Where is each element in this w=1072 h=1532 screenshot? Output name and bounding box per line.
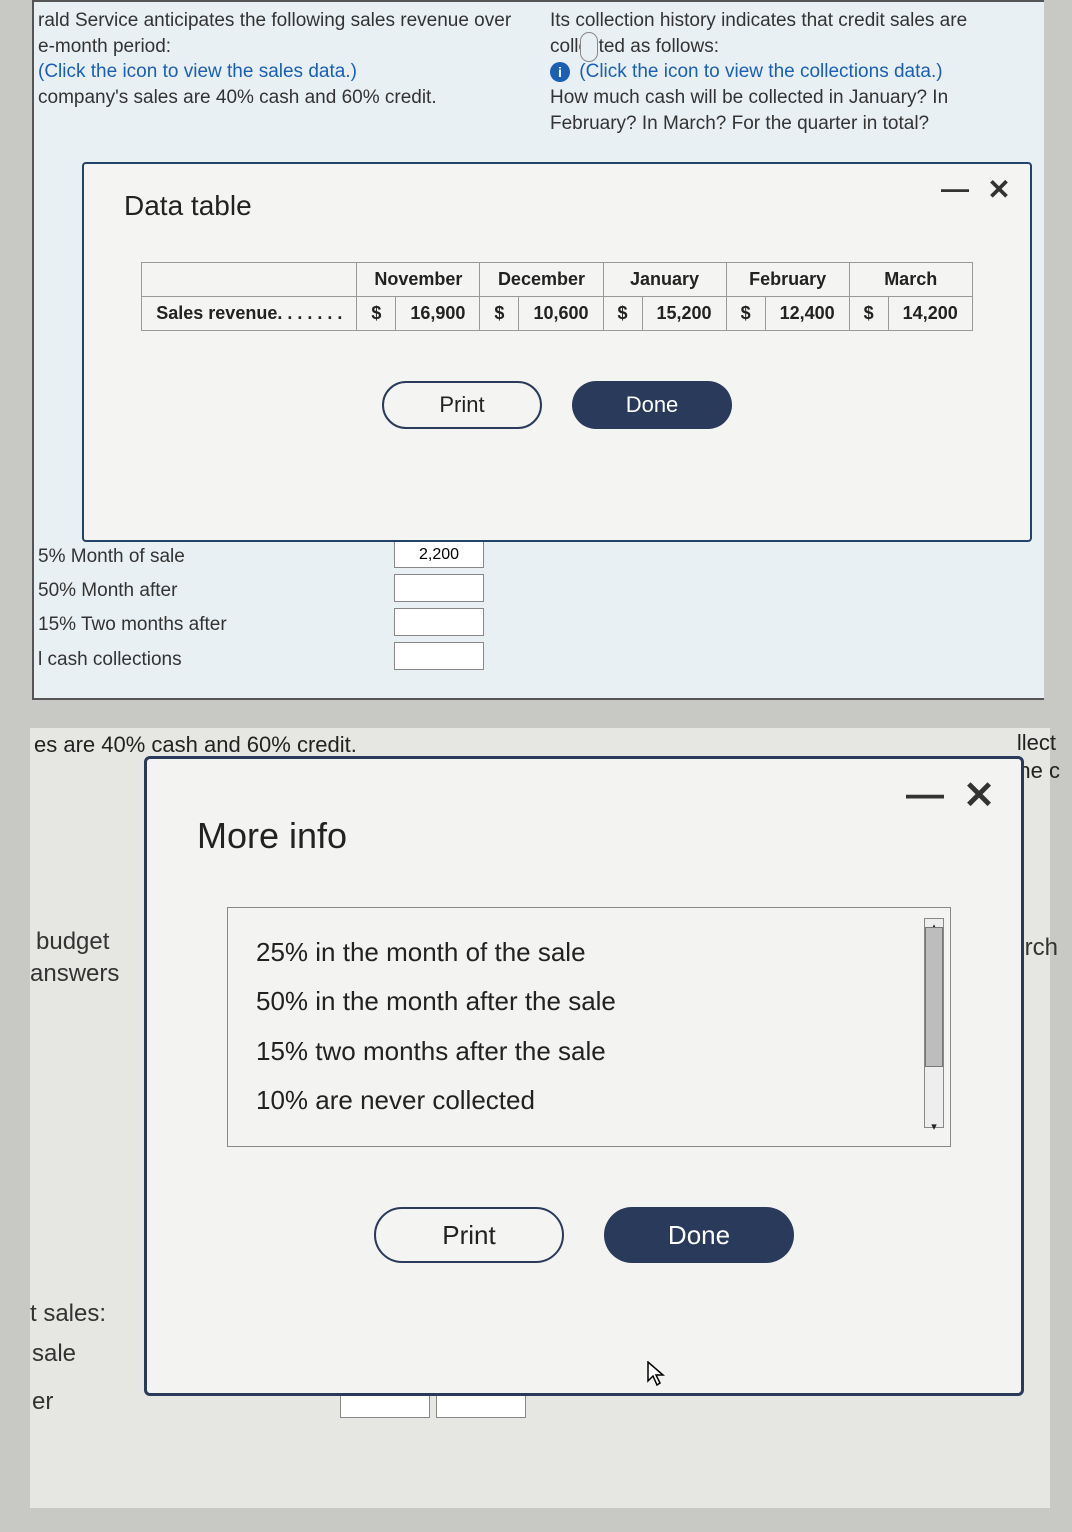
problem-line: e-month period: xyxy=(38,34,520,60)
minimize-button[interactable]: — xyxy=(940,174,970,204)
problem-line: February? In March? For the quarter in t… xyxy=(550,111,1032,137)
col-header: March xyxy=(849,263,972,297)
info-line: 15% two months after the sale xyxy=(256,1027,922,1076)
currency-symbol: $ xyxy=(480,297,519,331)
print-button[interactable]: Print xyxy=(382,381,542,429)
problem-line: How much cash will be collected in Janua… xyxy=(550,85,1032,111)
minimize-button[interactable]: — xyxy=(905,775,945,815)
cell-value: 14,200 xyxy=(888,297,972,331)
done-button[interactable]: Done xyxy=(572,381,732,429)
scrollbar[interactable]: ▴ ▾ xyxy=(924,918,944,1128)
mouse-cursor-icon xyxy=(647,1361,667,1394)
close-button[interactable]: ✕ xyxy=(984,174,1014,204)
currency-symbol: $ xyxy=(603,297,642,331)
modal-title: Data table xyxy=(124,190,1004,222)
table-header-row: November December January February March xyxy=(142,263,972,297)
problem-text: rald Service anticipates the following s… xyxy=(34,2,1044,136)
collections-data-link[interactable]: i (Click the icon to view the collection… xyxy=(550,59,1032,85)
problem-line: rald Service anticipates the following s… xyxy=(38,8,520,34)
collections-info-box: 25% in the month of the sale 50% in the … xyxy=(227,907,951,1147)
done-button[interactable]: Done xyxy=(604,1207,794,1263)
info-line: 50% in the month after the sale xyxy=(256,977,922,1026)
input-cell[interactable] xyxy=(394,608,484,636)
info-icon: i xyxy=(550,62,570,82)
table-row: Sales revenue. . . . . . . $ 16,900 $ 10… xyxy=(142,297,972,331)
blank-header xyxy=(142,263,357,297)
cell-value: 15,200 xyxy=(642,297,726,331)
input-cell[interactable]: 2,200 xyxy=(394,540,484,568)
problem-panel: rald Service anticipates the following s… xyxy=(32,0,1044,700)
more-info-modal: — ✕ More info 25% in the month of the sa… xyxy=(144,756,1024,1396)
fragment-text: answers xyxy=(30,960,119,988)
problem-line: Its collection history indicates that cr… xyxy=(550,8,1032,34)
sales-revenue-table: November December January February March… xyxy=(141,262,972,331)
cell-value: 16,900 xyxy=(396,297,480,331)
collection-schedule-rows: 5% Month of sale 50% Month after 15% Two… xyxy=(38,540,227,677)
fragment-text: t sales: xyxy=(30,1300,106,1328)
currency-symbol: $ xyxy=(357,297,396,331)
scroll-thumb[interactable] xyxy=(925,927,943,1067)
info-line: 10% are never collected xyxy=(256,1076,922,1125)
row-month-of-sale: 5% Month of sale xyxy=(38,540,227,574)
col-header: February xyxy=(726,263,849,297)
input-cell[interactable] xyxy=(394,574,484,602)
col-header: November xyxy=(357,263,480,297)
col-header: December xyxy=(480,263,603,297)
data-table-modal: — ✕ Data table November December January… xyxy=(82,162,1032,542)
modal-button-row: Print Done xyxy=(187,1207,981,1263)
problem-left-column: rald Service anticipates the following s… xyxy=(38,8,520,136)
fragment-text: rch xyxy=(1025,934,1058,962)
problem-line: company's sales are 40% cash and 60% cre… xyxy=(38,85,520,111)
fragment-text: llect xyxy=(1017,730,1056,756)
info-line: 25% in the month of the sale xyxy=(256,928,922,977)
print-button[interactable]: Print xyxy=(374,1207,564,1263)
input-cell[interactable] xyxy=(394,642,484,670)
currency-symbol: $ xyxy=(849,297,888,331)
sales-data-link[interactable]: (Click the icon to view the sales data.) xyxy=(38,59,520,85)
cell-value: 10,600 xyxy=(519,297,603,331)
fragment-text: es are 40% cash and 60% credit. xyxy=(30,728,1050,758)
fragment-text: er xyxy=(32,1388,53,1416)
problem-line: collected as follows: xyxy=(550,34,1032,60)
bottom-photo-area: es are 40% cash and 60% credit. llect he… xyxy=(30,728,1050,1508)
collection-input-column: 2,200 xyxy=(394,540,484,676)
collections-link-label: (Click the icon to view the collections … xyxy=(579,61,942,82)
problem-right-column: Its collection history indicates that cr… xyxy=(520,8,1032,136)
cell-value: 12,400 xyxy=(765,297,849,331)
currency-symbol: $ xyxy=(726,297,765,331)
binder-spine-icon xyxy=(580,32,598,62)
row-total-cash: l cash collections xyxy=(38,643,227,677)
fragment-text: budget xyxy=(36,928,109,956)
modal-controls: — ✕ xyxy=(940,174,1014,204)
fragment-text: sale xyxy=(32,1340,76,1368)
row-two-months-after: 15% Two months after xyxy=(38,608,227,642)
fragment-text: he c xyxy=(1018,758,1060,784)
modal-title: More info xyxy=(197,815,981,857)
col-header: January xyxy=(603,263,726,297)
close-button[interactable]: ✕ xyxy=(959,775,999,815)
row-month-after: 50% Month after xyxy=(38,574,227,608)
row-label: Sales revenue. . . . . . . xyxy=(142,297,357,331)
scroll-down-icon[interactable]: ▾ xyxy=(925,1117,943,1129)
modal-button-row: Print Done xyxy=(110,381,1004,429)
modal-controls: — ✕ xyxy=(905,775,999,815)
